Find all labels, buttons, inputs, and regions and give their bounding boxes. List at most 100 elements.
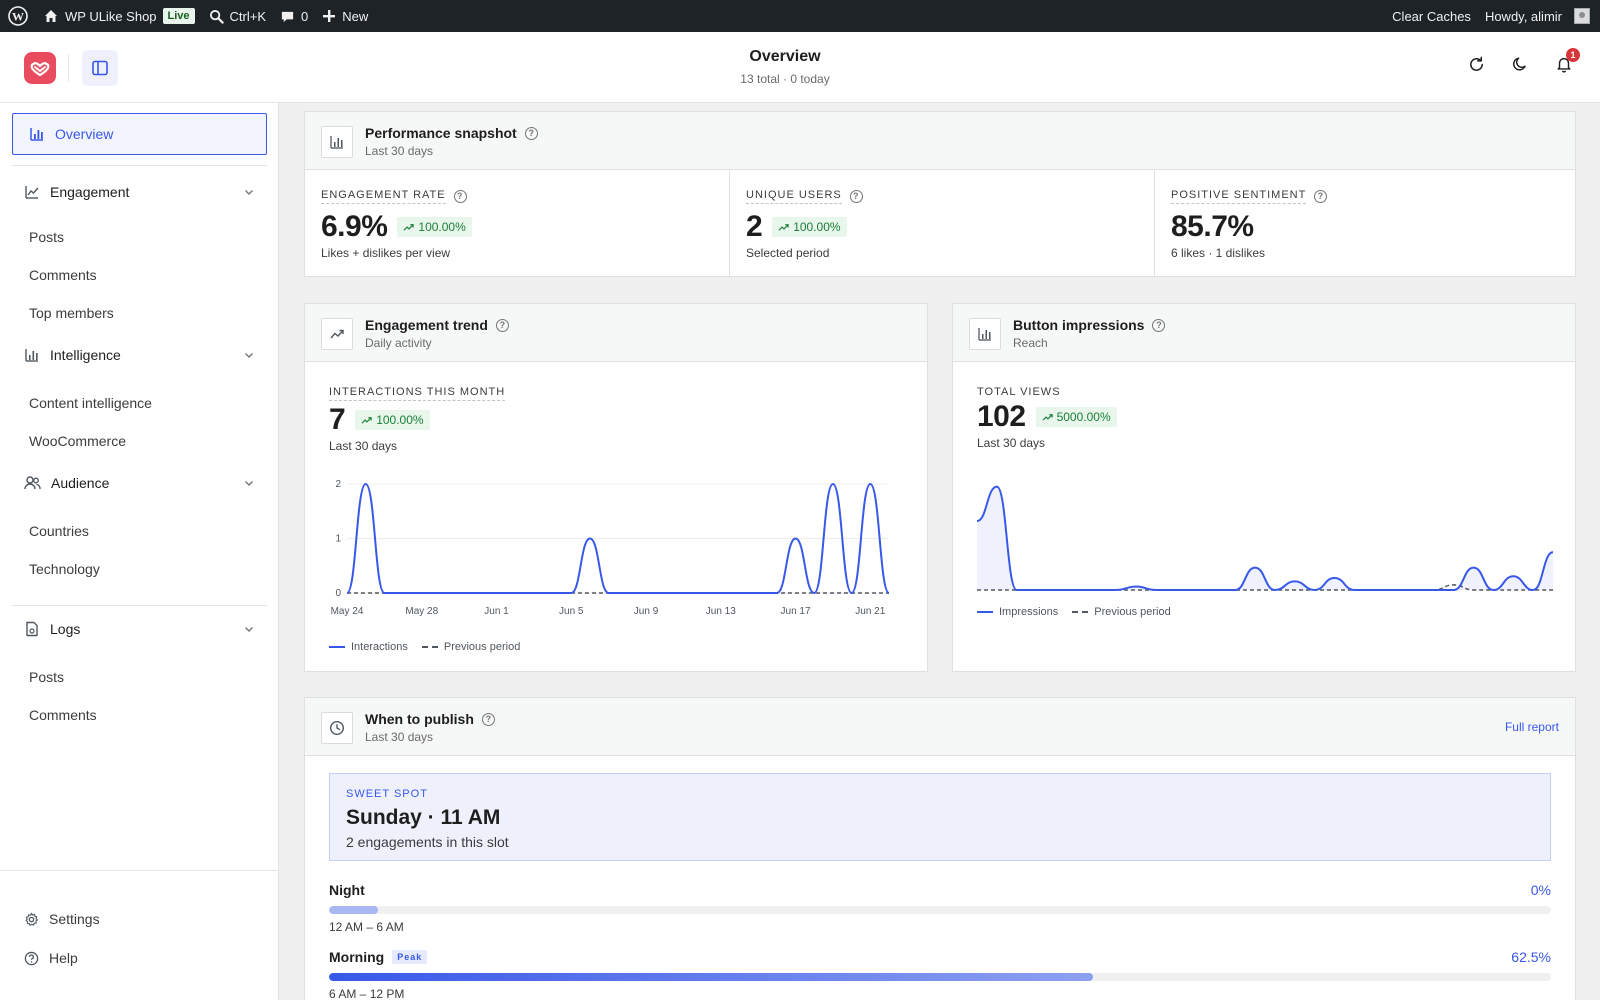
svg-text:W: W [12, 10, 24, 24]
card-title-text: Button impressions [1013, 317, 1145, 333]
avatar [1574, 8, 1590, 24]
card-header: Performance snapshot ? Last 30 days [305, 112, 1575, 170]
notifications-button[interactable]: 1 [1554, 48, 1580, 74]
trending-up-icon [778, 223, 789, 231]
legend-label: Interactions [351, 641, 408, 653]
slot-header: Night 0% [329, 881, 1551, 899]
chevron-down-icon [245, 627, 253, 632]
card-subtitle: Daily activity [365, 336, 432, 350]
legend-item-impressions[interactable]: Impressions [977, 606, 1058, 618]
line-chart-icon [25, 186, 39, 199]
kpi-value: 7 [329, 403, 346, 436]
search-shortcut-label: Ctrl+K [229, 8, 267, 24]
site-name-link[interactable]: WP ULike Shop Live [36, 0, 202, 32]
x-tick-label: Jun 21 [855, 606, 885, 617]
legend-item-previous[interactable]: Previous period [1072, 606, 1171, 618]
help-icon[interactable]: ? [453, 190, 467, 203]
full-report-link[interactable]: Full report [1505, 720, 1559, 734]
slot-progress-fill [329, 906, 378, 914]
sidebar-item-comments[interactable]: Comments [29, 267, 97, 283]
engagement-trend-chart: 0 1 2 May 24 May 28 Jun 1 Jun 5 Jun 9 Jun 13 Jun … [331, 479, 890, 617]
refresh-button[interactable] [1466, 54, 1486, 74]
page-heading: Overview 13 total · 0 today [0, 48, 1570, 86]
legend-item-interactions[interactable]: Interactions [329, 641, 408, 653]
trend-badge: 5000.00% [1035, 407, 1117, 427]
help-icon[interactable]: ? [1314, 190, 1328, 203]
howdy-label: Howdy, alimir [1484, 8, 1562, 24]
trend-badge: 100.00% [772, 217, 847, 237]
card-title-text: Engagement trend [365, 317, 488, 333]
sidebar-item-woocommerce[interactable]: WooCommerce [29, 433, 126, 449]
sidebar-item-log-comments[interactable]: Comments [29, 707, 97, 723]
live-badge: Live [162, 8, 195, 24]
sidebar-group-label: Engagement [50, 184, 130, 200]
help-icon[interactable]: ? [849, 190, 863, 203]
plus-icon [323, 10, 336, 22]
kpi-value: 102 [977, 400, 1026, 433]
help-icon[interactable]: ? [1152, 318, 1166, 332]
settings-label: Settings [49, 911, 100, 927]
dark-mode-toggle[interactable] [1510, 54, 1530, 74]
sidebar-item-content-intelligence[interactable]: Content intelligence [29, 395, 152, 411]
sidebar-item-top-members[interactable]: Top members [29, 305, 114, 321]
y-tick-label: 0 [335, 588, 341, 599]
peak-badge: Peak [392, 950, 428, 964]
sidebar-item-log-posts[interactable]: Posts [29, 669, 64, 685]
legend-label: Previous period [443, 641, 521, 653]
chevron-down-icon [245, 190, 253, 195]
admin-bar: W WP ULike Shop Live Ctrl+K 0 New Clear … [0, 0, 1600, 32]
sidebar-group-engagement[interactable]: Engagement [24, 180, 255, 204]
sidebar-group-audience[interactable]: Audience [24, 471, 255, 495]
sidebar-group-intelligence[interactable]: Intelligence [24, 343, 255, 367]
legend-item-previous[interactable]: Previous period [421, 641, 521, 653]
kpi-value: 6.9% [321, 210, 388, 243]
page-title: Overview [749, 48, 821, 65]
sidebar-item-technology[interactable]: Technology [29, 561, 100, 577]
clear-caches-link[interactable]: Clear Caches [1385, 0, 1478, 32]
kpi-subtext: Likes + dislikes per view [321, 246, 451, 260]
chevron-down-icon [245, 481, 253, 486]
time-slot-night: Night 0% 12 AM – 6 AM [329, 881, 1551, 934]
sidebar-group-logs[interactable]: Logs [24, 617, 255, 641]
kpi-label-text: Positive sentiment [1171, 189, 1307, 204]
help-icon[interactable]: ? [495, 318, 509, 332]
slot-name: Morning [329, 949, 385, 965]
kpi-value-row: 6.9% 100.00% [321, 210, 713, 244]
sweet-spot-label: Sweet spot [346, 788, 428, 800]
wordpress-logo-icon[interactable]: W [0, 0, 36, 32]
trend-value: 100.00% [793, 220, 841, 234]
clock-icon [321, 712, 353, 744]
comments-link[interactable]: 0 [273, 0, 315, 32]
help-icon[interactable]: ? [524, 126, 538, 140]
new-content-link[interactable]: New [315, 0, 375, 32]
kpi-subtext: 6 likes · 1 dislikes [1171, 246, 1266, 260]
sidebar-item-overview[interactable]: Overview [12, 113, 267, 155]
header-actions: 1 [1466, 48, 1580, 74]
sidebar-footer-divider [0, 870, 279, 871]
search-shortcut[interactable]: Ctrl+K [202, 0, 273, 32]
help-icon[interactable]: ? [481, 712, 495, 726]
kpi-value: 85.7% [1171, 210, 1254, 243]
x-tick-label: Jun 13 [706, 606, 736, 617]
trending-up-icon [361, 416, 372, 424]
legend-swatch [329, 646, 345, 648]
trend-value: 5000.00% [1056, 410, 1111, 424]
kpi-subtext: Last 30 days [977, 436, 1046, 450]
sweet-spot-title: Sunday · 11 AM [346, 806, 501, 829]
button-impressions-card: Button impressions ? Reach Total views 1… [952, 303, 1576, 672]
app-header: Overview 13 total · 0 today 1 [0, 32, 1600, 103]
sidebar-divider [12, 605, 267, 606]
card-title: Performance snapshot ? [365, 125, 538, 141]
sidebar-item-settings[interactable]: Settings [24, 911, 100, 927]
legend-swatch [1072, 611, 1089, 613]
sidebar-item-help[interactable]: Help [24, 950, 78, 966]
sidebar-item-countries[interactable]: Countries [29, 523, 89, 539]
account-menu[interactable]: Howdy, alimir [1478, 0, 1600, 32]
search-icon [209, 9, 224, 24]
moon-icon [1513, 57, 1526, 71]
gear-icon [25, 912, 38, 926]
card-title: Button impressions ? [1013, 317, 1166, 333]
x-tick-label: Jun 1 [484, 606, 509, 617]
slot-progress-track [329, 906, 1551, 914]
sidebar-item-posts[interactable]: Posts [29, 229, 64, 245]
